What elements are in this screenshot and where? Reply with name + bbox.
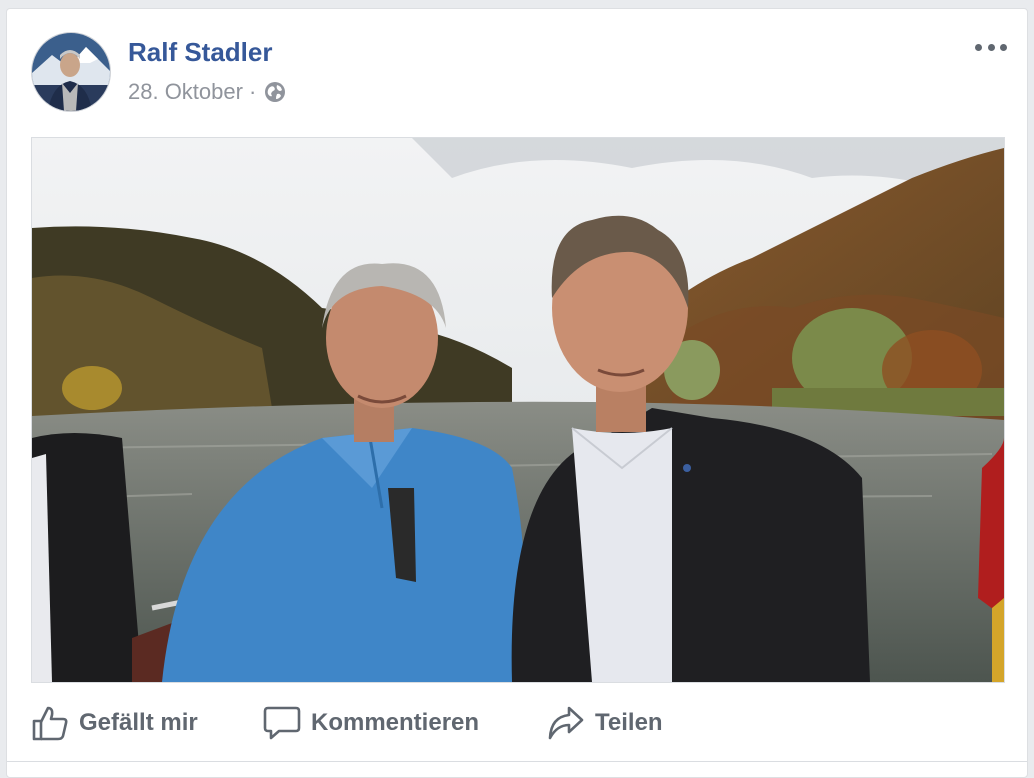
- author-avatar[interactable]: [31, 32, 111, 112]
- globe-icon[interactable]: [264, 81, 286, 103]
- post-meta: 28. Oktober ·: [128, 79, 286, 105]
- thumbs-up-icon: [32, 706, 68, 741]
- post-actions-bar: Gefällt mir Kommentieren Teilen: [31, 695, 663, 751]
- share-button[interactable]: Teilen: [547, 695, 663, 751]
- author-name-link[interactable]: Ralf Stadler: [128, 37, 273, 67]
- post-photo[interactable]: [31, 137, 1005, 683]
- post-card: Ralf Stadler 28. Oktober · Gefällt mir K…: [6, 8, 1028, 778]
- comment-button[interactable]: Kommentieren: [263, 695, 547, 751]
- speech-bubble-icon: [263, 706, 301, 740]
- like-button[interactable]: Gefällt mir: [31, 695, 263, 751]
- share-label: Teilen: [595, 709, 663, 736]
- divider: [7, 761, 1027, 762]
- post-date[interactable]: 28. Oktober: [128, 79, 243, 105]
- comment-label: Kommentieren: [311, 709, 480, 736]
- share-arrow-icon: [548, 706, 584, 740]
- meta-separator: ·: [248, 79, 257, 104]
- more-options-icon[interactable]: [975, 37, 1007, 57]
- like-label: Gefällt mir: [79, 709, 198, 736]
